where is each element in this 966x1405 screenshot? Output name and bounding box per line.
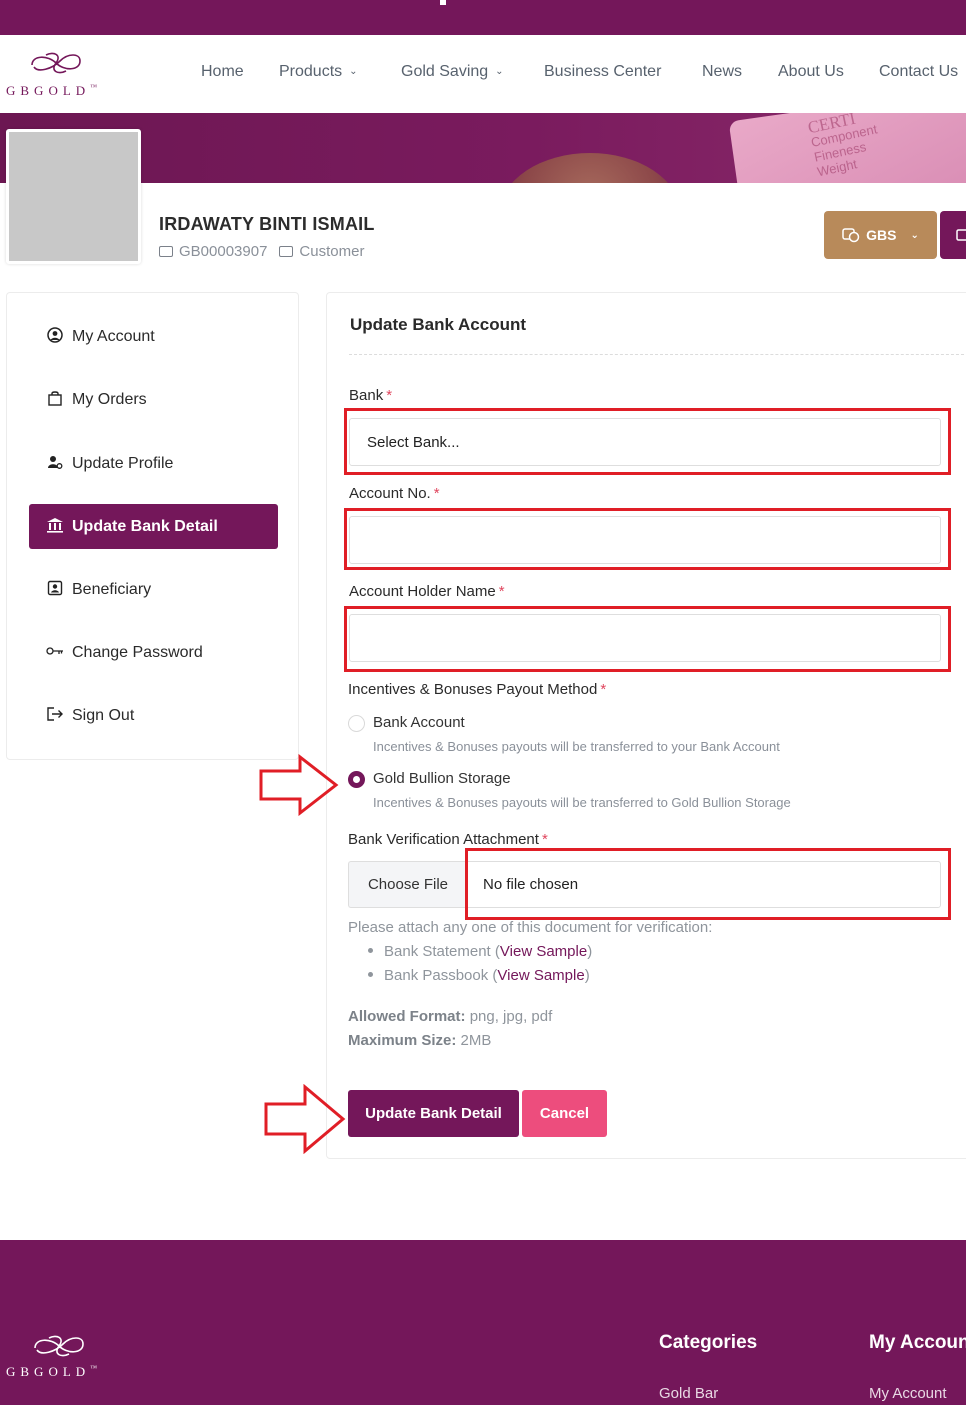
sidebar-item-update-bank-detail[interactable]: Update Bank Detail [29,504,278,549]
payout-radio-bank-account[interactable] [348,715,365,732]
logo-wordmark: GBGOLD™ [6,83,98,98]
user-role: Customer [299,243,365,260]
profile-banner: CERTI Component Fineness Weight [0,113,966,183]
wallet-icon [956,229,966,241]
top-bar [0,0,966,35]
footer-link-gold-bar[interactable]: Gold Bar [659,1385,718,1402]
avatar [6,129,141,264]
account-holder-input[interactable] [349,614,941,662]
top-bar-notch [440,0,446,5]
sidebar-item-update-profile[interactable]: Update Profile [29,441,278,486]
document-item: Bank Statement (View Sample) [368,943,592,960]
max-size: Maximum Size: 2MB [348,1032,492,1049]
sidebar-item-label: My Account [72,327,155,345]
sign-out-icon [46,706,64,726]
sidebar-item-beneficiary[interactable]: Beneficiary [29,567,278,612]
file-status: No file chosen [467,861,941,908]
key-icon [46,644,64,661]
nav-about-us[interactable]: About Us [778,63,844,81]
sidebar-item-my-account[interactable]: My Account [29,314,278,359]
chevron-down-icon: ⌄ [910,229,919,241]
id-card-icon [159,246,173,257]
chevron-down-icon: ⌄ [495,66,504,77]
user-name: IRDAWATY BINTI ISMAIL [159,214,375,234]
page-title: Update Bank Account [350,315,527,334]
payout-option-help: Incentives & Bonuses payouts will be tra… [373,795,791,810]
divider [349,354,966,355]
account-no-input[interactable] [349,516,941,564]
wallet-button[interactable] [940,211,966,259]
bank-icon [46,517,64,537]
shopping-bag-icon [46,390,64,410]
nav-news[interactable]: News [702,63,742,81]
payout-option-label: Bank Account [373,714,465,731]
account-holder-label: Account Holder Name * [349,583,505,600]
sidebar-item-label: Update Profile [72,454,174,472]
nav-business-center[interactable]: Business Center [544,63,661,81]
user-circle-icon [46,326,64,347]
sidebar-item-change-password[interactable]: Change Password [29,630,278,675]
allowed-format: Allowed Format: png, jpg, pdf [348,1008,553,1025]
banner-coin-image [500,153,680,183]
cancel-button[interactable]: Cancel [522,1090,607,1137]
site-header: GBGOLD™ Home Products ⌄ Gold Saving ⌄ Busi… [0,35,966,113]
brand-logo[interactable]: GBGOLD™ [6,49,116,101]
member-id: GB00003907 [179,243,268,260]
footer-heading-categories: Categories [659,1332,758,1353]
logo-wordmark: GBGOLD™ [6,1364,98,1379]
view-sample-link[interactable]: View Sample [497,967,584,984]
sidebar-item-label: My Orders [72,390,147,408]
id-card-icon [46,580,64,600]
gbs-dropdown-button[interactable]: GBS ⌄ [824,211,937,259]
choose-file-button[interactable]: Choose File [348,861,467,908]
chevron-down-icon: ⌄ [349,66,358,77]
logo-emblem-icon [34,1335,84,1357]
sidebar-item-sign-out[interactable]: Sign Out [29,693,278,738]
nav-contact-us[interactable]: Contact Us [879,63,958,81]
bank-label: Bank * [349,387,393,404]
sidebar-item-label: Update Bank Detail [72,517,218,535]
user-gear-icon [46,454,64,474]
sidebar-item-label: Change Password [72,643,203,661]
bank-select[interactable]: Select Bank... [349,418,941,466]
sidebar-item-my-orders[interactable]: My Orders [29,377,278,422]
update-bank-detail-button[interactable]: Update Bank Detail [348,1090,519,1137]
logo-emblem-icon [31,52,81,74]
footer-link-my-account[interactable]: My Account [869,1385,947,1402]
coins-icon [842,228,860,243]
site-footer: GBGOLD™ Categories My Account Gold Bar M… [0,1240,966,1405]
view-sample-link[interactable]: View Sample [500,943,587,960]
account-no-label: Account No. * [349,485,440,502]
sidebar-item-label: Beneficiary [72,580,152,598]
account-sidebar: My Account My Orders Update Profile Upda… [6,292,299,760]
sidebar-item-label: Sign Out [72,706,135,724]
attachment-note: Please attach any one of this document f… [348,919,713,936]
payout-method-label: Incentives & Bonuses Payout Method * [348,681,607,698]
nav-home[interactable]: Home [201,63,244,81]
footer-heading-my-account: My Account [869,1332,966,1353]
payout-option-label: Gold Bullion Storage [373,770,511,787]
document-item: Bank Passbook (View Sample) [368,967,590,984]
attachment-label: Bank Verification Attachment * [348,831,548,848]
user-meta: GB00003907 Customer [159,243,364,260]
payout-radio-gold-bullion-storage[interactable] [348,771,365,788]
nav-gold-saving[interactable]: Gold Saving ⌄ [401,63,504,81]
user-badge-icon [279,246,294,257]
payout-option-help: Incentives & Bonuses payouts will be tra… [373,739,780,754]
footer-logo[interactable]: GBGOLD™ [6,1332,136,1384]
nav-products[interactable]: Products ⌄ [279,63,358,81]
